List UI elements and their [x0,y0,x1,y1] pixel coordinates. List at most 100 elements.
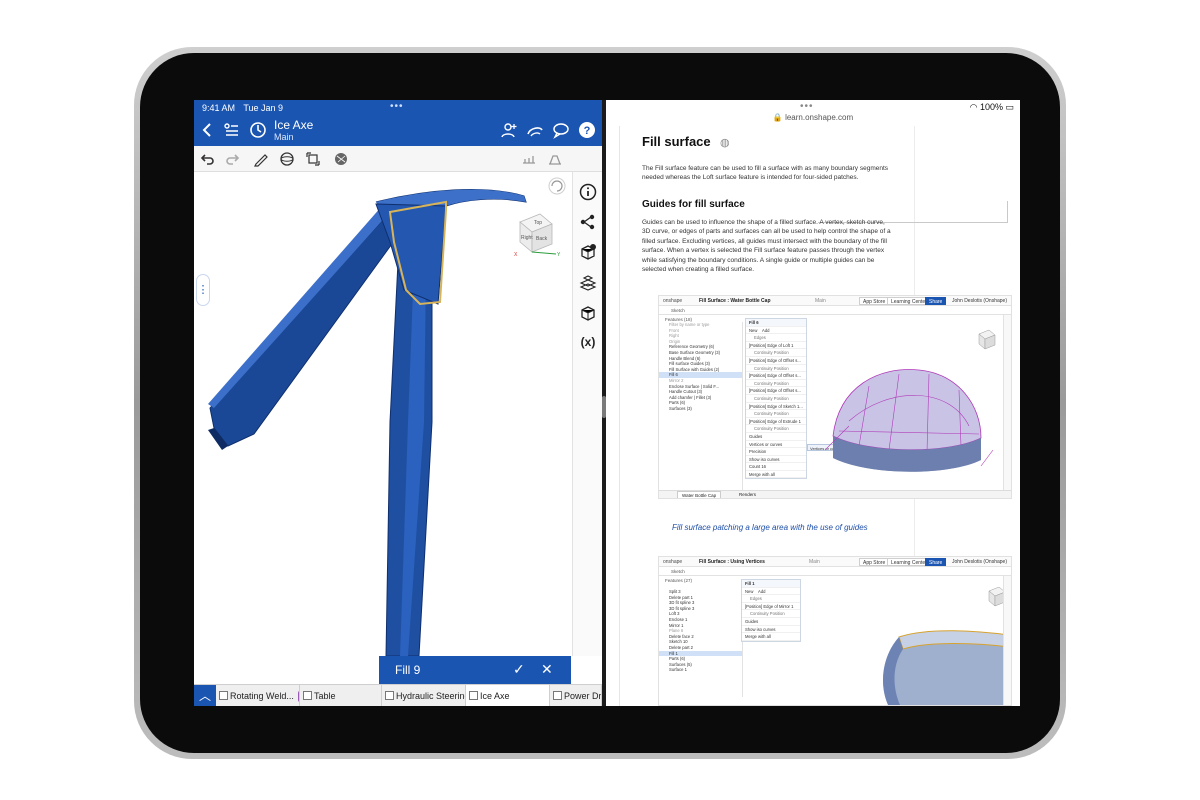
view-cube-top-label: Top [534,220,542,226]
back-icon[interactable] [198,120,218,140]
shot-panel-tab-new: New [745,588,754,594]
shot-panel-row: Edges [746,334,806,342]
add-part-icon[interactable] [578,242,598,262]
shot-panel-row: Continuity Position [746,380,806,388]
battery-indicator: ◠ 100% ▭ [970,102,1014,113]
tab-label: Table [314,691,336,701]
cancel-x-icon[interactable]: ✕ [541,661,553,678]
battery-icon: ▭ [1005,102,1014,112]
url-bar[interactable]: 🔒 learn.onshape.com [606,113,1020,122]
expand-tabs-chevron-icon[interactable]: ︿ [194,685,216,706]
history-icon[interactable] [248,120,268,140]
measure-icon[interactable] [520,150,538,168]
svg-text:?: ? [584,125,591,137]
share-icon[interactable] [578,212,598,232]
lock-icon: 🔒 [772,113,783,122]
shot-branch: Main [815,298,826,304]
part-studio-tab-icon [469,691,478,700]
multitask-dots[interactable]: ••• [800,101,814,112]
shot-panel-row: Continuity Position [746,425,806,433]
intro-paragraph: The Fill surface feature can be used to … [642,165,889,181]
shot-right-rail [1003,315,1011,490]
view-cube-back-label: Back [536,236,548,242]
redo-icon[interactable] [224,150,242,168]
feature-name: Fill 9 [395,663,421,677]
shot-tool-sketch: Sketch [671,308,685,313]
shot-panel-row: [Position] Edge of Offset s... [746,357,806,365]
sphere-icon[interactable] [278,150,296,168]
shot-panel-tabs: New Add [746,327,806,335]
web-browser-pane: ••• 🔒 learn.onshape.com ◠ 100% ▭ Fill su… [606,100,1020,706]
status-bar: 9:41 AM Tue Jan 9 [202,103,289,113]
figure-caption: Fill surface patching a large area with … [672,523,868,532]
share-user-icon[interactable] [499,120,519,140]
shot-share-button: Share [925,558,947,566]
info-icon[interactable] [578,182,598,202]
onshape-logo: onshape [663,298,683,304]
edit-toolbar [194,146,602,172]
shot-panel-row: [Position] Edge of Sketch 1... [746,403,806,411]
section-icon[interactable] [546,150,564,168]
status-date: Tue Jan 9 [243,103,284,113]
assembly-tab-icon [219,691,228,700]
tab-table[interactable]: Table [300,685,382,706]
shot-bottle-cap-model [824,329,996,472]
shot-tree-item: Surfaces (3) [669,405,692,411]
shot-right-rail [1003,576,1011,705]
render-icon[interactable] [332,150,350,168]
page-title: Fill surface [642,134,711,149]
status-time: 9:41 AM [202,103,236,113]
comment-icon[interactable] [551,120,571,140]
onshape-logo: onshape [663,559,683,565]
wifi-icon: ◠ [969,102,978,112]
explode-icon[interactable] [578,302,598,322]
assembly-icon[interactable] [578,272,598,292]
shot-tool-sketch: Sketch [671,569,685,574]
shot-user: John Deslotis (Onshape) [951,559,1007,565]
feature-panel-handle[interactable]: ⋮ [196,274,210,306]
view-cube-right-label: Right [521,235,533,241]
shot-panel-row: Show iso curves [746,456,806,464]
tab-power-drill[interactable]: Power Dri [550,685,602,706]
undo-icon[interactable] [198,150,216,168]
shot-panel-row: [Position] Edge of Extrude 1 [746,418,806,426]
shot-panel-tab-add: Add [758,588,766,594]
shot-panel-row: [Position] Edge of Mirror 1 [742,603,800,611]
shot-feature-tree: Split 3 Delete part 1 3D fit spline 3 3D… [659,589,743,697]
table-tab-icon [303,691,312,700]
onshape-app-pane: 9:41 AM Tue Jan 9 ••• Ice Axe Main ? ⋮ T… [194,100,602,706]
shot-panel-row: Guides [746,433,806,441]
tab-label: Ice Axe [480,691,510,701]
tab-label: Rotating Weld... [230,691,294,701]
shot-document-title: Fill Surface : Using Vertices [699,559,765,565]
document-tab-bar: ︿ Rotating Weld...C Table Hydraulic Stee… [194,684,602,706]
shot-header: onshape Fill Surface : Water Bottle Cap … [659,296,1011,306]
shot-panel-tabs: New Add [742,588,800,596]
3d-viewport[interactable]: ⋮ Top Right Back Y X [194,172,572,656]
sketch-icon[interactable] [252,150,270,168]
shot-tool-features: Features (27) [665,578,693,583]
multitask-dots[interactable]: ••• [390,101,404,112]
follow-icon[interactable] [525,120,545,140]
variable-icon[interactable]: (x) [578,332,598,352]
tab-rotating-weld[interactable]: Rotating Weld...C [216,685,300,706]
shot-panel-row: Vertices or curves [746,441,806,449]
accept-check-icon[interactable]: ✓ [513,661,525,678]
tab-hydraulic-steering[interactable]: Hydraulic Steering... [382,685,466,706]
shot-panel-row: Show iso curves [742,626,800,634]
mate-icon[interactable] [304,150,322,168]
shot-panel-row: Continuity Position [746,349,806,357]
tab-label: Power Dri [564,691,602,701]
shot-panel-row: [Position] Edge of Offset s... [746,372,806,380]
shot-panel-row: [Position] Edge of Offset s... [746,387,806,395]
axis-y-label: Y [557,252,561,258]
help-icon[interactable]: ? [577,120,597,140]
shot-toolbar: Sketch Features (27) [659,567,1011,583]
shot-feature-tree: Filter by name or type Front Right Origi… [659,322,743,490]
shot-panel-tab-new: New [749,327,758,333]
shot-document-title: Fill Surface : Water Bottle Cap [699,298,771,304]
feature-list-icon[interactable] [221,120,241,140]
shot-app-store-button: App Store [859,558,890,566]
shot-panel-title: Fill 6 [746,319,806,327]
tab-ice-axe[interactable]: Ice Axe [466,685,550,706]
